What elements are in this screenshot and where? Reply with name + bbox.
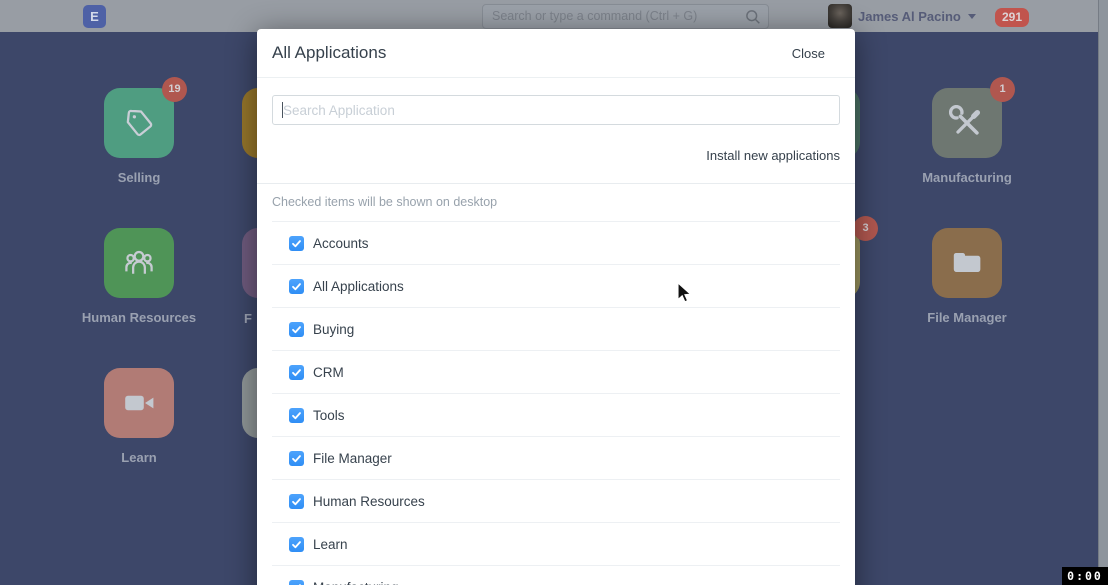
dialog-body: Install new applications Checked items w… [257, 78, 855, 585]
checkbox-checked-icon[interactable] [289, 279, 304, 294]
user-avatar[interactable] [828, 4, 852, 28]
app-label: Buying [313, 322, 354, 337]
video-camera-icon [121, 385, 157, 421]
app-label: Manufacturing [313, 580, 399, 585]
desktop-label-selling[interactable]: Selling [59, 170, 219, 185]
all-applications-dialog: All Applications Close Install new appli… [257, 29, 855, 585]
dialog-title: All Applications [272, 43, 386, 63]
checked-items-caption: Checked items will be shown on desktop [272, 195, 840, 209]
app-row-accounts[interactable]: Accounts [272, 222, 840, 265]
desktop-label-human-resources[interactable]: Human Resources [59, 310, 219, 325]
close-button[interactable]: Close [792, 46, 825, 61]
app-label: Accounts [313, 236, 369, 251]
user-menu[interactable]: James Al Pacino [858, 9, 976, 24]
desktop-icon-selling[interactable] [104, 88, 174, 158]
selling-count-badge: 19 [162, 77, 187, 102]
mouse-cursor [677, 282, 695, 311]
checkbox-checked-icon[interactable] [289, 236, 304, 251]
app-label: Human Resources [313, 494, 425, 509]
dialog-header: All Applications Close [257, 29, 855, 78]
desktop-label-learn[interactable]: Learn [59, 450, 219, 465]
global-search-input[interactable]: Search or type a command (Ctrl + G) [482, 4, 769, 29]
search-icon [744, 8, 762, 31]
people-icon [121, 245, 157, 281]
application-list: Accounts All Applications Buying CRM Too… [272, 221, 840, 585]
app-row-file-manager[interactable]: File Manager [272, 437, 840, 480]
checkbox-checked-icon[interactable] [289, 408, 304, 423]
partial-count-badge: 3 [853, 216, 878, 241]
desktop-label-file-manager[interactable]: File Manager [887, 310, 1047, 325]
app-logo[interactable]: E [83, 5, 106, 28]
global-search-placeholder: Search or type a command (Ctrl + G) [492, 9, 697, 23]
app-row-tools[interactable]: Tools [272, 394, 840, 437]
divider [257, 183, 855, 184]
tag-icon [122, 106, 156, 140]
app-label: Learn [313, 537, 348, 552]
application-search-input[interactable] [272, 95, 840, 125]
checkbox-checked-icon[interactable] [289, 580, 304, 585]
app-label: All Applications [313, 279, 404, 294]
chevron-down-icon [968, 14, 976, 19]
desktop-icon-manufacturing[interactable] [932, 88, 1002, 158]
desktop-label-manufacturing[interactable]: Manufacturing [887, 170, 1047, 185]
desktop-icon-file-manager[interactable] [932, 228, 1002, 298]
tools-icon [949, 105, 985, 141]
app-row-manufacturing[interactable]: Manufacturing [272, 566, 840, 585]
user-name-label: James Al Pacino [858, 9, 961, 24]
app-label: CRM [313, 365, 344, 380]
app-row-all-applications[interactable]: All Applications [272, 265, 840, 308]
recording-timer: 0:00 [1062, 567, 1108, 585]
folder-icon [949, 245, 985, 281]
notifications-badge[interactable]: 291 [995, 8, 1029, 27]
app-label: File Manager [313, 451, 392, 466]
checkbox-checked-icon[interactable] [289, 365, 304, 380]
app-row-human-resources[interactable]: Human Resources [272, 480, 840, 523]
checkbox-checked-icon[interactable] [289, 494, 304, 509]
app-row-learn[interactable]: Learn [272, 523, 840, 566]
page-scrollbar[interactable] [1098, 0, 1108, 585]
desktop-icon-learn[interactable] [104, 368, 174, 438]
checkbox-checked-icon[interactable] [289, 537, 304, 552]
checkbox-checked-icon[interactable] [289, 451, 304, 466]
desktop-icon-human-resources[interactable] [104, 228, 174, 298]
app-row-crm[interactable]: CRM [272, 351, 840, 394]
manufacturing-count-badge: 1 [990, 77, 1015, 102]
install-new-applications-link[interactable]: Install new applications [706, 148, 840, 163]
text-caret [282, 102, 283, 118]
checkbox-checked-icon[interactable] [289, 322, 304, 337]
app-label: Tools [313, 408, 345, 423]
desktop-label-partial: F [244, 311, 252, 326]
app-row-buying[interactable]: Buying [272, 308, 840, 351]
top-navbar: E Search or type a command (Ctrl + G) Ja… [0, 0, 1108, 32]
